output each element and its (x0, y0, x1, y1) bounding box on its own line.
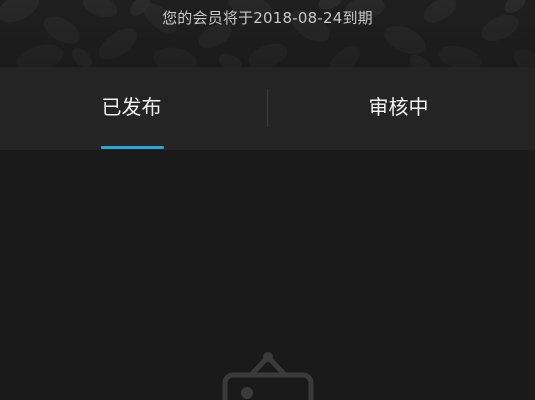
tab-published-label: 已发布 (101, 95, 162, 119)
tab-under-review-label: 审核中 (368, 95, 429, 119)
active-tab-indicator (101, 146, 164, 149)
tab-published[interactable]: 已发布 (0, 67, 267, 150)
membership-banner: 您的会员将于2018-08-24到期 (0, 0, 535, 67)
screen: 您的会员将于2018-08-24到期 已发布 审核中 (0, 0, 535, 400)
picture-frame-icon (222, 352, 314, 400)
membership-expiry-notice: 您的会员将于2018-08-24到期 (162, 9, 373, 27)
tab-bar: 已发布 审核中 (0, 67, 535, 150)
tab-under-review[interactable]: 审核中 (268, 67, 535, 150)
